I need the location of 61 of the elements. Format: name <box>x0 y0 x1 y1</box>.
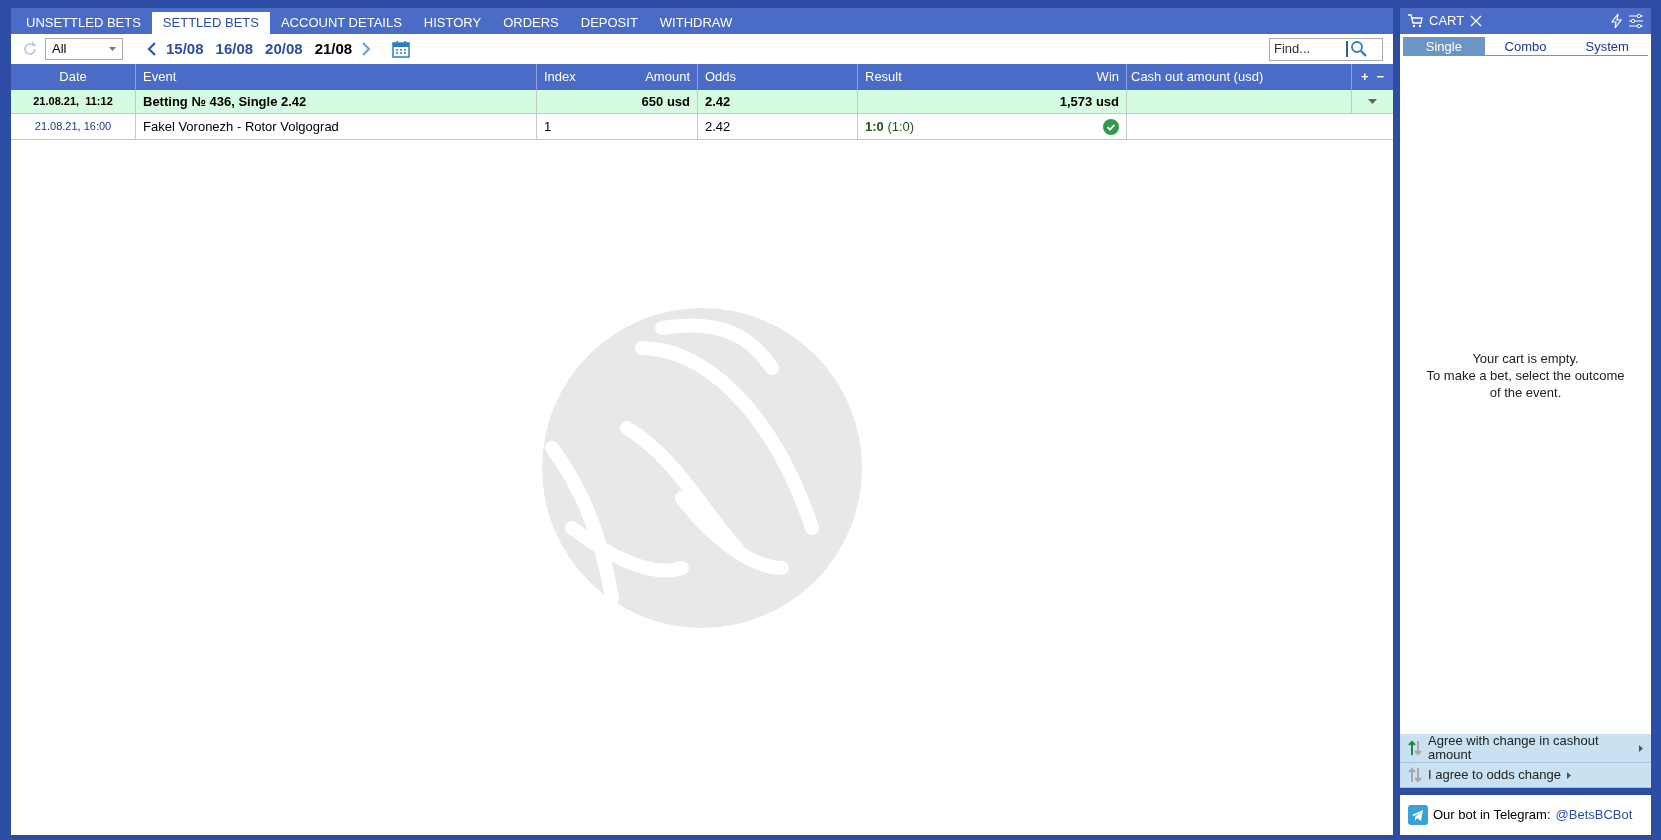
column-header: Date <box>59 68 87 87</box>
event-cell-text: Fakel Voronezh - Rotor Volgograd <box>143 117 339 136</box>
column-header: Odds <box>705 68 737 87</box>
date-cell-text: 21.08.21, 11:12 <box>33 94 113 110</box>
telegram-link[interactable]: @BetsBCBot <box>1555 805 1633 825</box>
tab[interactable]: ACCOUNT DETAILS <box>269 12 413 34</box>
filter-dropdown[interactable]: All <box>45 38 123 60</box>
event-cell-text: Betting № 436, Single 2.42 <box>143 92 307 111</box>
agreement-option[interactable]: I agree to odds change <box>1400 763 1651 788</box>
sliders-icon[interactable] <box>1628 13 1644 29</box>
search-icon[interactable] <box>1350 40 1368 58</box>
telegram-text: Our bot in Telegram: <box>1433 806 1551 825</box>
date-link[interactable]: 21/08 <box>311 37 356 61</box>
calendar-icon[interactable] <box>391 39 412 59</box>
column-header: Result <box>865 68 902 87</box>
empty-cart-message: To make a bet, select the outcome <box>1426 366 1625 384</box>
agreement-option[interactable]: Agree with change in cashout amount <box>1400 734 1651 763</box>
sort-arrows-icon <box>1408 767 1422 783</box>
date-link[interactable]: 16/08 <box>212 37 257 61</box>
date-link[interactable]: 20/08 <box>262 37 306 61</box>
tab[interactable]: UNSETTLED BETS <box>15 12 152 34</box>
close-icon[interactable] <box>1470 15 1483 27</box>
tab[interactable]: DEPOSIT <box>569 12 649 34</box>
dropdown-caret-icon[interactable] <box>1368 99 1377 104</box>
option-label: Agree with change in cashout amount <box>1428 734 1600 762</box>
column-header: Cash out amount (usd) <box>1131 68 1264 87</box>
empty-cart-message: of the event. <box>1489 383 1562 401</box>
date-link[interactable]: 15/08 <box>163 37 207 61</box>
caret-icon <box>109 47 116 51</box>
index-cell-text: 1 <box>544 117 552 136</box>
chevron-right-icon[interactable] <box>361 42 372 56</box>
search-box[interactable]: Find... <box>1269 37 1383 61</box>
odds-cell-text: 2.42 <box>705 117 731 136</box>
cart-icon <box>1407 13 1423 29</box>
tab[interactable]: ORDERS <box>492 12 570 34</box>
cart-tab[interactable]: Combo <box>1484 37 1567 55</box>
caret-icon <box>1567 771 1571 779</box>
sort-arrows-icon <box>1408 740 1422 756</box>
caret-icon <box>1639 744 1643 752</box>
column-header: Index <box>544 68 576 87</box>
column-header: Amount <box>645 68 690 87</box>
win-cell-text: 1,573 usd <box>1059 92 1119 111</box>
lightning-icon[interactable] <box>1610 13 1622 29</box>
column-header: Event <box>143 68 177 87</box>
cart-title: CART <box>1429 12 1465 31</box>
odds-cell-text: 2.42 <box>705 92 731 111</box>
chevron-left-icon[interactable] <box>147 42 157 56</box>
search-input[interactable]: Find... <box>1274 39 1344 59</box>
tab[interactable]: HISTORY <box>412 12 493 34</box>
amount-cell-text: 650 usd <box>641 92 690 111</box>
tab[interactable]: WITHDRAW <box>648 12 744 34</box>
cart-tab[interactable]: System <box>1566 37 1648 55</box>
result-cell-text: 1:0 (1:0) <box>865 117 915 136</box>
date-cell-text: 21.08.21, 16:00 <box>34 119 112 135</box>
empty-cart-message: Your cart is empty. <box>1472 349 1579 367</box>
option-label: I agree to odds change <box>1428 768 1561 782</box>
telegram-icon[interactable] <box>1408 805 1428 825</box>
expand-button[interactable]: + <box>1360 67 1369 87</box>
tab[interactable]: SETTLED BETS <box>151 12 270 34</box>
collapse-button[interactable]: − <box>1376 67 1385 87</box>
column-header: Win <box>1096 68 1119 87</box>
